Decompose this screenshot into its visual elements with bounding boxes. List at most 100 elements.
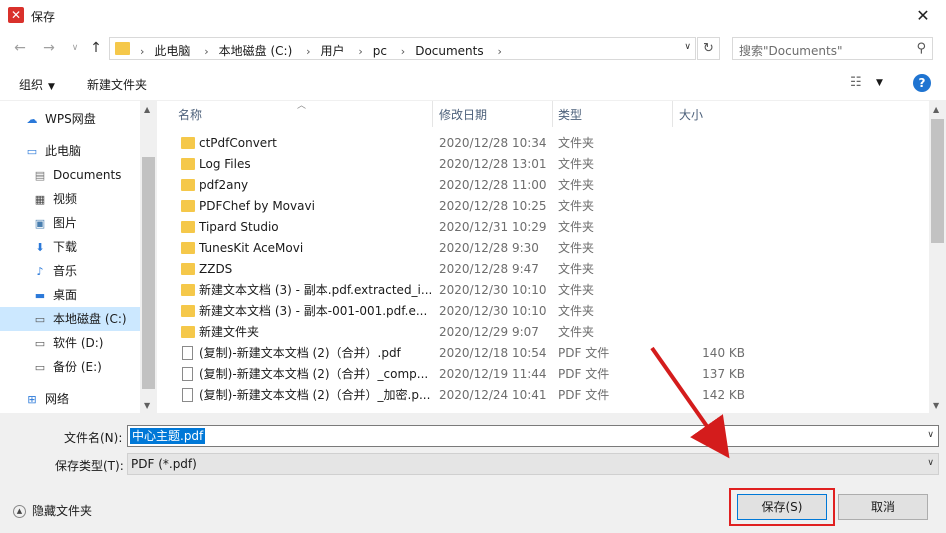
file-row[interactable]: Tipard Studio 2020/12/31 10:29 文件夹	[177, 217, 927, 238]
file-type: 文件夹	[558, 283, 595, 297]
column-date[interactable]: 修改日期	[439, 106, 487, 123]
chevron-right-icon[interactable]: ›	[204, 45, 208, 58]
nav-scrollbar[interactable]: ▲ ▼	[140, 101, 157, 413]
nav-item-network[interactable]: ⊞ 网络	[0, 387, 140, 411]
help-button[interactable]: ?	[913, 74, 931, 92]
nav-item-label: WPS网盘	[45, 112, 96, 126]
file-row[interactable]: PDFChef by Movavi 2020/12/28 10:25 文件夹	[177, 196, 927, 217]
pdf-file-icon	[182, 346, 193, 360]
file-row[interactable]: (复制)-新建文本文档 (2)（合并）_加密.p... 2020/12/24 10…	[177, 385, 927, 406]
nav-item-documents[interactable]: ▤ Documents	[0, 163, 140, 187]
file-type: PDF 文件	[558, 367, 610, 381]
chevron-right-icon[interactable]: ›	[358, 45, 362, 58]
breadcrumb-item[interactable]: pc	[373, 44, 387, 58]
nav-item-backup-e[interactable]: ▭ 备份 (E:)	[0, 355, 140, 379]
file-row[interactable]: Log Files 2020/12/28 13:01 文件夹	[177, 154, 927, 175]
nav-item-software-d[interactable]: ▭ 软件 (D:)	[0, 331, 140, 355]
column-name[interactable]: 名称	[178, 106, 202, 123]
file-row[interactable]: pdf2any 2020/12/28 11:00 文件夹	[177, 175, 927, 196]
file-row[interactable]: TunesKit AceMovi 2020/12/28 9:30 文件夹	[177, 238, 927, 259]
chevron-down-icon[interactable]: ∨	[66, 43, 84, 53]
forward-arrow-icon[interactable]: →	[40, 40, 58, 56]
column-divider[interactable]	[552, 101, 553, 127]
refresh-button[interactable]: ↻	[697, 37, 720, 60]
chevron-right-icon[interactable]: ›	[401, 45, 405, 58]
column-type[interactable]: 类型	[558, 106, 582, 123]
file-name: PDFChef by Movavi	[199, 199, 315, 213]
scroll-thumb[interactable]	[142, 157, 155, 389]
file-row[interactable]: (复制)-新建文本文档 (2)（合并）_comp... 2020/12/19 11…	[177, 364, 927, 385]
folder-icon	[181, 221, 195, 233]
column-divider[interactable]	[672, 101, 673, 127]
file-row[interactable]: 新建文本文档 (3) - 副本-001-001.pdf.e... 2020/12/…	[177, 301, 927, 322]
hide-folders-toggle[interactable]: ▲ 隐藏文件夹	[13, 502, 92, 519]
column-divider[interactable]	[432, 101, 433, 127]
file-list: ︿ 名称 修改日期 类型 大小 ctPdfConvert 2020/12/28 1…	[157, 101, 929, 413]
nav-item-desktop[interactable]: ▬ 桌面	[0, 283, 140, 307]
file-name: (复制)-新建文本文档 (2)（合并）_comp...	[199, 367, 429, 381]
up-arrow-icon[interactable]: ↑	[87, 40, 105, 56]
nav-item-label: 网络	[45, 392, 70, 406]
scroll-up-icon[interactable]: ▲	[144, 105, 150, 114]
search-icon: ⚲	[916, 41, 926, 56]
nav-item-wps-cloud[interactable]: ☁ WPS网盘	[0, 107, 140, 131]
breadcrumb-item[interactable]: 用户	[321, 44, 345, 58]
close-button[interactable]: ✕	[900, 0, 946, 31]
nav-item-this-pc[interactable]: ▭ 此电脑	[0, 139, 140, 163]
music-icon: ♪	[36, 264, 44, 278]
file-row[interactable]: ctPdfConvert 2020/12/28 10:34 文件夹	[177, 133, 927, 154]
nav-item-pictures[interactable]: ▣ 图片	[0, 211, 140, 235]
save-button[interactable]: 保存(S)	[737, 494, 827, 520]
filename-value[interactable]: 中心主题.pdf	[130, 428, 206, 444]
computer-icon: ▭	[26, 144, 38, 158]
chevron-down-icon[interactable]: ∨	[927, 458, 934, 468]
column-size[interactable]: 大小	[679, 106, 703, 123]
breadcrumb-item[interactable]: 本地磁盘 (C:)	[219, 44, 293, 58]
file-row[interactable]: (复制)-新建文本文档 (2)（合并）.pdf 2020/12/18 10:54 P…	[177, 343, 927, 364]
address-bar[interactable]: › 此电脑 › 本地磁盘 (C:) › 用户 › pc › Documents › ∨	[109, 37, 696, 60]
chevron-right-icon[interactable]: ›	[306, 45, 310, 58]
chevron-down-icon[interactable]: ∨	[684, 42, 691, 52]
nav-item-video[interactable]: ▦ 视频	[0, 187, 140, 211]
file-date: 2020/12/28 9:47	[439, 262, 539, 276]
wps-x-icon: ✕	[8, 7, 24, 23]
back-arrow-icon[interactable]: ←	[11, 40, 29, 56]
caret-down-icon[interactable]: ▼	[876, 78, 883, 88]
nav-item-label: 下载	[53, 240, 78, 254]
view-options-icon[interactable]: ☷	[850, 75, 862, 90]
file-size: 142 KB	[702, 388, 745, 402]
file-list-scrollbar[interactable]: ▲ ▼	[929, 101, 946, 413]
file-type: 文件夹	[558, 157, 595, 171]
file-type: 文件夹	[558, 199, 595, 213]
drive-icon: ▭	[34, 336, 46, 350]
cloud-icon: ☁	[26, 112, 38, 126]
scroll-down-icon[interactable]: ▼	[933, 401, 939, 410]
breadcrumb-item[interactable]: 此电脑	[154, 44, 190, 58]
nav-item-music[interactable]: ♪ 音乐	[0, 259, 140, 283]
breadcrumb: › 此电脑 › 本地磁盘 (C:) › 用户 › pc › Documents ›	[136, 42, 512, 59]
scroll-thumb[interactable]	[931, 119, 944, 243]
title-bar: ✕ 保存 ✕	[0, 0, 946, 31]
scroll-up-icon[interactable]: ▲	[933, 105, 939, 114]
scroll-down-icon[interactable]: ▼	[144, 401, 150, 410]
file-row[interactable]: 新建文件夹 2020/12/29 9:07 文件夹	[177, 322, 927, 343]
search-placeholder: 搜索"Documents"	[739, 44, 843, 58]
pdf-file-icon	[182, 367, 193, 381]
search-input[interactable]: 搜索"Documents" ⚲	[732, 37, 933, 60]
nav-item-local-disk-c[interactable]: ▭ 本地磁盘 (C:)	[0, 307, 140, 331]
file-type: PDF 文件	[558, 346, 610, 360]
file-row[interactable]: 新建文本文档 (3) - 副本.pdf.extracted_i... 2020/1…	[177, 280, 927, 301]
chevron-right-icon[interactable]: ›	[497, 45, 501, 58]
file-row[interactable]: ZZDS 2020/12/28 9:47 文件夹	[177, 259, 927, 280]
chevron-down-icon[interactable]: ∨	[927, 430, 934, 440]
nav-item-downloads[interactable]: ⬇ 下载	[0, 235, 140, 259]
cancel-button[interactable]: 取消	[838, 494, 928, 520]
organize-button[interactable]: 组织 ▼	[19, 76, 55, 93]
filetype-select[interactable]: PDF (*.pdf) ∨	[127, 453, 939, 475]
new-folder-button[interactable]: 新建文件夹	[87, 76, 147, 93]
nav-item-label: 此电脑	[45, 144, 82, 158]
breadcrumb-item[interactable]: Documents	[415, 44, 483, 58]
file-date: 2020/12/24 10:41	[439, 388, 547, 402]
filename-input[interactable]: 中心主题.pdf ∨	[127, 425, 939, 447]
sort-ascending-icon: ︿	[297, 101, 307, 111]
